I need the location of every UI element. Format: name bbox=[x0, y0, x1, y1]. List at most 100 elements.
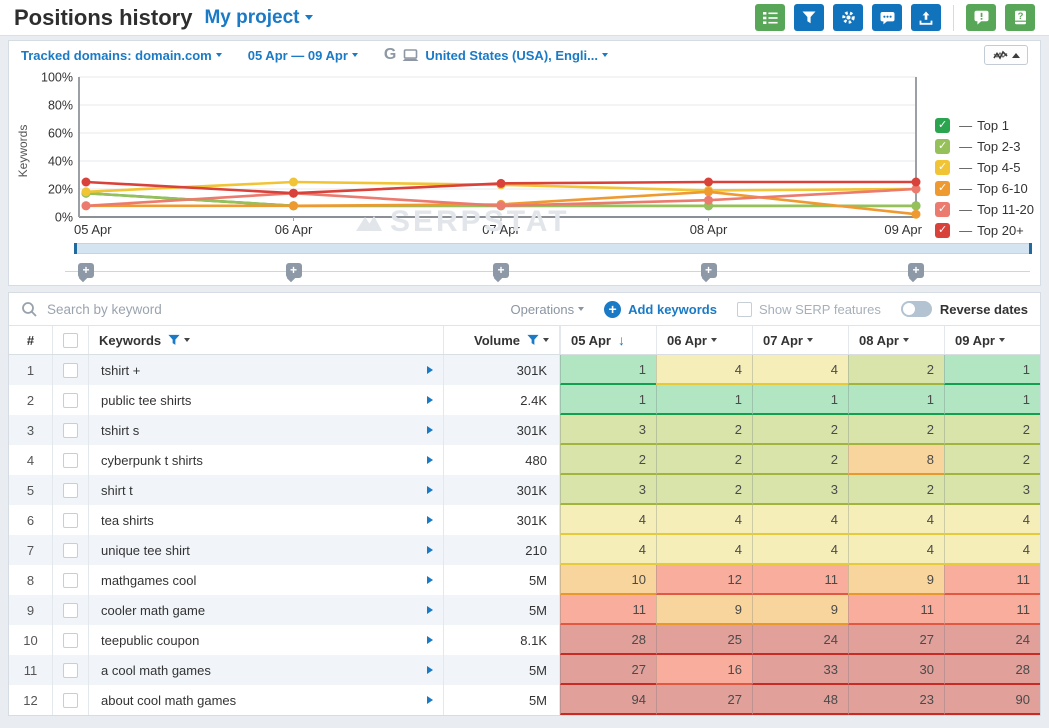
chart-range-slider[interactable] bbox=[74, 243, 1032, 254]
chevron-down-icon[interactable] bbox=[184, 338, 190, 342]
data-point[interactable] bbox=[82, 201, 91, 210]
data-point[interactable] bbox=[912, 210, 921, 219]
row-checkbox[interactable] bbox=[63, 603, 78, 618]
sort-desc-icon[interactable]: ↓ bbox=[618, 332, 625, 348]
row-checkbox[interactable] bbox=[63, 693, 78, 708]
expand-keyword-icon[interactable] bbox=[427, 366, 433, 374]
date-range-dropdown[interactable]: 05 Apr — 09 Apr bbox=[248, 48, 358, 63]
expand-keyword-icon[interactable] bbox=[427, 486, 433, 494]
legend-checkbox-icon[interactable]: ✓ bbox=[935, 202, 950, 217]
legend-item-top-4-5[interactable]: ✓—Top 4-5 bbox=[935, 157, 1034, 178]
data-point[interactable] bbox=[82, 187, 91, 196]
row-checkbox[interactable] bbox=[63, 633, 78, 648]
tracked-domains-dropdown[interactable]: Tracked domains: domain.com bbox=[21, 48, 222, 63]
chart-collapse-button[interactable] bbox=[984, 45, 1028, 65]
keyword-cell[interactable]: unique tee shirt bbox=[89, 535, 444, 565]
expand-keyword-icon[interactable] bbox=[427, 396, 433, 404]
keyword-cell[interactable]: tshirt + bbox=[89, 355, 444, 385]
header-select-all[interactable] bbox=[53, 326, 89, 354]
row-checkbox[interactable] bbox=[63, 513, 78, 528]
chevron-down-icon[interactable] bbox=[999, 338, 1005, 342]
reverse-dates-toggle[interactable]: Reverse dates bbox=[901, 301, 1028, 317]
expand-keyword-icon[interactable] bbox=[427, 606, 433, 614]
annotation-marker[interactable]: + bbox=[78, 263, 94, 278]
expand-keyword-icon[interactable] bbox=[427, 456, 433, 464]
keyword-cell[interactable]: a cool math games bbox=[89, 655, 444, 685]
legend-checkbox-icon[interactable]: ✓ bbox=[935, 181, 950, 196]
slider-handle-left[interactable] bbox=[74, 243, 77, 254]
keyword-cell[interactable]: teepublic coupon bbox=[89, 625, 444, 655]
chevron-down-icon[interactable] bbox=[543, 338, 549, 342]
project-selector[interactable]: My project bbox=[204, 7, 312, 29]
expand-keyword-icon[interactable] bbox=[427, 576, 433, 584]
feedback-button[interactable] bbox=[966, 4, 996, 31]
keyword-cell[interactable]: tea shirts bbox=[89, 505, 444, 535]
data-point[interactable] bbox=[704, 187, 713, 196]
checkbox-icon[interactable] bbox=[63, 333, 78, 348]
expand-keyword-icon[interactable] bbox=[427, 426, 433, 434]
data-point[interactable] bbox=[289, 201, 298, 210]
row-checkbox[interactable] bbox=[63, 543, 78, 558]
legend-item-top-6-10[interactable]: ✓—Top 6-10 bbox=[935, 178, 1034, 199]
data-point[interactable] bbox=[912, 201, 921, 210]
expand-keyword-icon[interactable] bbox=[427, 666, 433, 674]
legend-checkbox-icon[interactable]: ✓ bbox=[935, 223, 950, 238]
keyword-cell[interactable]: tshirt s bbox=[89, 415, 444, 445]
expand-keyword-icon[interactable] bbox=[427, 546, 433, 554]
legend-item-top-1[interactable]: ✓—Top 1 bbox=[935, 115, 1034, 136]
operations-dropdown[interactable]: Operations bbox=[510, 302, 584, 317]
keyword-cell[interactable]: cyberpunk t shirts bbox=[89, 445, 444, 475]
header-volume[interactable]: Volume bbox=[444, 326, 560, 354]
legend-checkbox-icon[interactable]: ✓ bbox=[935, 139, 950, 154]
legend-checkbox-icon[interactable]: ✓ bbox=[935, 160, 950, 175]
slider-handle-right[interactable] bbox=[1029, 243, 1032, 254]
filter-icon[interactable] bbox=[527, 334, 539, 346]
row-checkbox[interactable] bbox=[63, 363, 78, 378]
annotation-marker[interactable]: + bbox=[493, 263, 509, 278]
show-serp-features-checkbox[interactable]: Show SERP features bbox=[737, 302, 881, 317]
keyword-cell[interactable]: shirt t bbox=[89, 475, 444, 505]
add-keywords-button[interactable]: + Add keywords bbox=[604, 301, 717, 318]
header-date-07-apr[interactable]: 07 Apr bbox=[752, 326, 848, 354]
header-date-08-apr[interactable]: 08 Apr bbox=[848, 326, 944, 354]
data-point[interactable] bbox=[497, 179, 506, 188]
header-date-05-apr[interactable]: 05 Apr↓ bbox=[560, 326, 656, 354]
keyword-cell[interactable]: about cool math games bbox=[89, 685, 444, 715]
row-checkbox[interactable] bbox=[63, 663, 78, 678]
row-checkbox[interactable] bbox=[63, 393, 78, 408]
settings-button[interactable] bbox=[833, 4, 863, 31]
toggle-track[interactable] bbox=[901, 301, 932, 317]
expand-keyword-icon[interactable] bbox=[427, 696, 433, 704]
search-input[interactable] bbox=[47, 302, 510, 317]
data-point[interactable] bbox=[704, 178, 713, 187]
checkbox-icon[interactable] bbox=[737, 302, 752, 317]
row-checkbox[interactable] bbox=[63, 423, 78, 438]
expand-keyword-icon[interactable] bbox=[427, 516, 433, 524]
chevron-down-icon[interactable] bbox=[711, 338, 717, 342]
filter-icon[interactable] bbox=[168, 334, 180, 346]
data-point[interactable] bbox=[497, 201, 506, 210]
data-point[interactable] bbox=[289, 178, 298, 187]
chevron-down-icon[interactable] bbox=[903, 338, 909, 342]
legend-item-top-20-[interactable]: ✓—Top 20+ bbox=[935, 220, 1034, 241]
row-checkbox[interactable] bbox=[63, 453, 78, 468]
help-button[interactable]: ? bbox=[1005, 4, 1035, 31]
annotation-marker[interactable]: + bbox=[701, 263, 717, 278]
chevron-down-icon[interactable] bbox=[807, 338, 813, 342]
annotation-marker[interactable]: + bbox=[908, 263, 924, 278]
row-checkbox[interactable] bbox=[63, 573, 78, 588]
header-date-09-apr[interactable]: 09 Apr bbox=[944, 326, 1040, 354]
keyword-cell[interactable]: mathgames cool bbox=[89, 565, 444, 595]
row-checkbox[interactable] bbox=[63, 483, 78, 498]
header-date-06-apr[interactable]: 06 Apr bbox=[656, 326, 752, 354]
legend-item-top-11-20[interactable]: ✓—Top 11-20 bbox=[935, 199, 1034, 220]
data-point[interactable] bbox=[82, 178, 91, 187]
keyword-cell[interactable]: cooler math game bbox=[89, 595, 444, 625]
comments-button[interactable] bbox=[872, 4, 902, 31]
expand-keyword-icon[interactable] bbox=[427, 636, 433, 644]
positions-line-chart[interactable]: 0%20%40%60%80%100%05 Apr06 Apr07 Apr08 A… bbox=[17, 69, 932, 241]
data-point[interactable] bbox=[912, 178, 921, 187]
region-dropdown[interactable]: United States (USA), Engli... bbox=[425, 48, 608, 63]
filter-button[interactable] bbox=[794, 4, 824, 31]
export-button[interactable] bbox=[911, 4, 941, 31]
